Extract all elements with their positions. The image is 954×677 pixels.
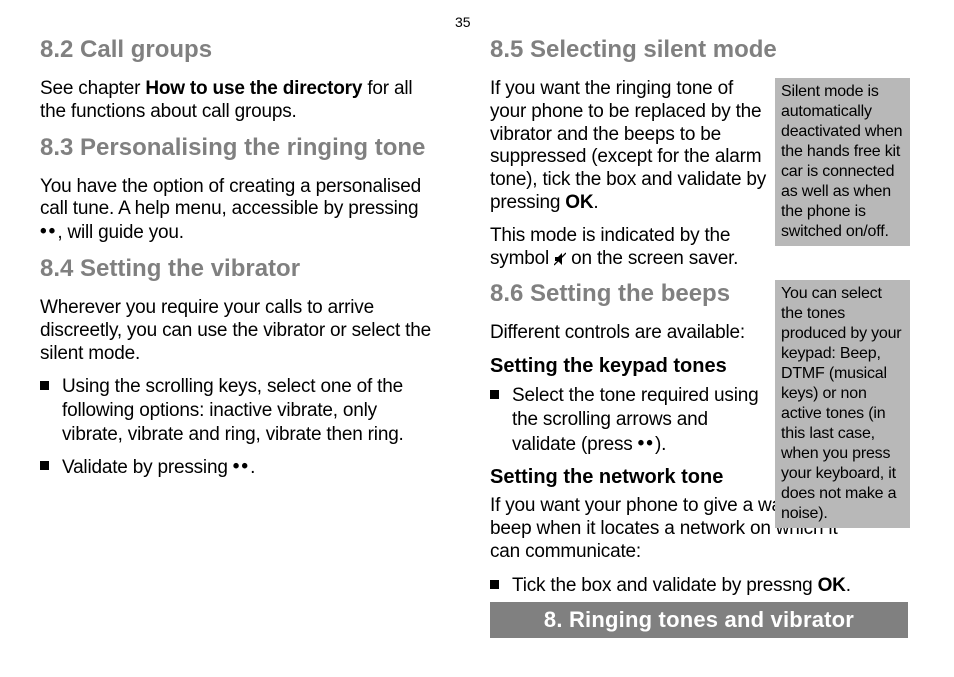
dots-icon: ••: [40, 221, 57, 244]
text: See chapter: [40, 78, 145, 99]
text: Select the tone required using the scrol…: [512, 385, 758, 455]
para-8-2: See chapter How to use the directory for…: [40, 78, 440, 124]
list-item: Select the tone required using the scrol…: [490, 384, 770, 456]
text: If you want the ringing tone of your pho…: [490, 78, 766, 213]
left-column: 8.2 Call groups See chapter How to use t…: [40, 30, 440, 489]
dots-icon: ••: [233, 455, 250, 479]
page-number: 35: [455, 14, 471, 30]
list-keypad-tones: Select the tone required using the scrol…: [490, 384, 770, 456]
text: Tick the box and validate by pressng: [512, 575, 818, 596]
text: .: [846, 575, 851, 596]
bold-text: How to use the directory: [145, 78, 362, 99]
text: , will guide you.: [57, 222, 184, 243]
heading-8-4: 8.4 Setting the vibrator: [40, 255, 440, 283]
list-network-tone: Tick the box and validate by pressng OK.: [490, 574, 910, 598]
bold-text: OK: [565, 192, 593, 213]
para-8-5-1: If you want the ringing tone of your pho…: [490, 78, 770, 215]
para-8-3: You have the option of creating a person…: [40, 176, 440, 245]
dots-icon: ••: [638, 432, 655, 456]
text: on the screen saver.: [566, 248, 738, 269]
sidebar-note-keypad-tones: You can select the tones produced by you…: [775, 280, 910, 528]
list-item: Validate by pressing ••.: [40, 455, 440, 480]
heading-8-2: 8.2 Call groups: [40, 36, 440, 64]
chapter-footer-bar: 8. Ringing tones and vibrator: [490, 602, 908, 638]
para-8-6-1: Different controls are available:: [490, 322, 770, 345]
text: ).: [655, 434, 666, 455]
heading-8-5: 8.5 Selecting silent mode: [490, 36, 910, 64]
text: You have the option of creating a person…: [40, 176, 421, 220]
list-item: Using the scrolling keys, select one of …: [40, 375, 440, 446]
bold-text: OK: [818, 575, 846, 596]
list-item: Tick the box and validate by pressng OK.: [490, 574, 910, 598]
text: Validate by pressing: [62, 457, 233, 478]
para-8-4-1: Wherever you require your calls to arriv…: [40, 297, 440, 365]
list-8-4: Using the scrolling keys, select one of …: [40, 375, 440, 479]
text: .: [250, 457, 255, 478]
silent-mode-icon: [554, 250, 566, 264]
text: .: [593, 192, 598, 213]
heading-8-3: 8.3 Personalising the ringing tone: [40, 134, 440, 162]
sidebar-note-silent-mode: Silent mode is automatically deactivated…: [775, 78, 910, 246]
para-8-5-2: This mode is indicated by the symbol on …: [490, 225, 770, 271]
